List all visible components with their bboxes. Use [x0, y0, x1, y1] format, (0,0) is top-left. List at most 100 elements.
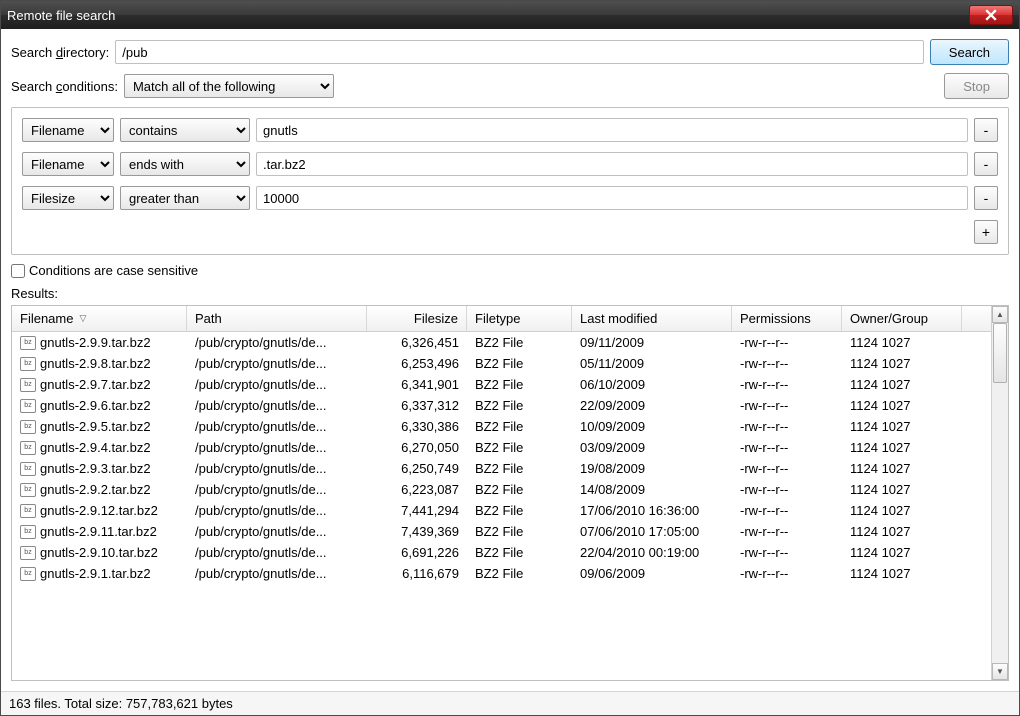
cell-permissions: -rw-r--r-- — [732, 398, 842, 413]
cell-filename: bzgnutls-2.9.3.tar.bz2 — [12, 461, 187, 476]
cell-path: /pub/crypto/gnutls/de... — [187, 566, 367, 581]
cell-owner-group: 1124 1027 — [842, 398, 962, 413]
cell-permissions: -rw-r--r-- — [732, 377, 842, 392]
cell-permissions: -rw-r--r-- — [732, 482, 842, 497]
scroll-thumb[interactable] — [993, 323, 1007, 383]
case-sensitive-label: Conditions are case sensitive — [29, 263, 198, 278]
cell-filetype: BZ2 File — [467, 356, 572, 371]
cell-path: /pub/crypto/gnutls/de... — [187, 356, 367, 371]
cell-filetype: BZ2 File — [467, 440, 572, 455]
table-row[interactable]: bzgnutls-2.9.11.tar.bz2/pub/crypto/gnutl… — [12, 521, 991, 542]
table-row[interactable]: bzgnutls-2.9.9.tar.bz2/pub/crypto/gnutls… — [12, 332, 991, 353]
column-filename[interactable]: Filename ▽ — [12, 306, 187, 331]
cell-owner-group: 1124 1027 — [842, 335, 962, 350]
cell-last-modified: 22/04/2010 00:19:00 — [572, 545, 732, 560]
condition-value-input[interactable] — [256, 186, 968, 210]
table-row[interactable]: bzgnutls-2.9.8.tar.bz2/pub/crypto/gnutls… — [12, 353, 991, 374]
search-conditions-row: Search conditions: Match all of the foll… — [11, 73, 1009, 99]
table-row[interactable]: bzgnutls-2.9.4.tar.bz2/pub/crypto/gnutls… — [12, 437, 991, 458]
cell-last-modified: 22/09/2009 — [572, 398, 732, 413]
table-row[interactable]: bzgnutls-2.9.5.tar.bz2/pub/crypto/gnutls… — [12, 416, 991, 437]
case-sensitive-checkbox[interactable] — [11, 264, 25, 278]
column-permissions[interactable]: Permissions — [732, 306, 842, 331]
table-row[interactable]: bzgnutls-2.9.1.tar.bz2/pub/crypto/gnutls… — [12, 563, 991, 584]
match-mode-select[interactable]: Match all of the following — [124, 74, 334, 98]
condition-operator-select[interactable]: contains — [120, 118, 250, 142]
scrollbar[interactable]: ▲ ▼ — [991, 306, 1008, 680]
cell-owner-group: 1124 1027 — [842, 440, 962, 455]
cell-permissions: -rw-r--r-- — [732, 503, 842, 518]
condition-field-select[interactable]: Filename — [22, 118, 114, 142]
results-header: Filename ▽ Path Filesize Filetype Last m… — [12, 306, 991, 332]
scroll-down-button[interactable]: ▼ — [992, 663, 1008, 680]
column-last-modified[interactable]: Last modified — [572, 306, 732, 331]
table-row[interactable]: bzgnutls-2.9.6.tar.bz2/pub/crypto/gnutls… — [12, 395, 991, 416]
cell-permissions: -rw-r--r-- — [732, 356, 842, 371]
column-filesize[interactable]: Filesize — [367, 306, 467, 331]
cell-filesize: 7,439,369 — [367, 524, 467, 539]
search-directory-label: Search directory: — [11, 45, 109, 60]
search-conditions-label: Search conditions: — [11, 79, 118, 94]
scroll-up-button[interactable]: ▲ — [992, 306, 1008, 323]
cell-filesize: 6,253,496 — [367, 356, 467, 371]
cell-owner-group: 1124 1027 — [842, 461, 962, 476]
cell-filesize: 6,223,087 — [367, 482, 467, 497]
cell-permissions: -rw-r--r-- — [732, 524, 842, 539]
cell-owner-group: 1124 1027 — [842, 356, 962, 371]
file-icon: bz — [20, 462, 36, 476]
close-button[interactable] — [969, 5, 1013, 25]
cell-permissions: -rw-r--r-- — [732, 419, 842, 434]
scroll-track[interactable] — [992, 323, 1008, 663]
cell-path: /pub/crypto/gnutls/de... — [187, 524, 367, 539]
sort-desc-icon: ▽ — [79, 313, 86, 324]
cell-last-modified: 09/06/2009 — [572, 566, 732, 581]
remove-condition-button[interactable]: - — [974, 186, 998, 210]
condition-value-input[interactable] — [256, 118, 968, 142]
column-owner-group[interactable]: Owner/Group — [842, 306, 962, 331]
file-icon: bz — [20, 399, 36, 413]
remove-condition-button[interactable]: - — [974, 152, 998, 176]
cell-path: /pub/crypto/gnutls/de... — [187, 419, 367, 434]
condition-operator-select[interactable]: greater than — [120, 186, 250, 210]
results-area: Results: Filename ▽ Path Filesize Filety… — [11, 286, 1009, 681]
add-condition-button[interactable]: + — [974, 220, 998, 244]
close-icon — [985, 9, 997, 21]
remove-condition-button[interactable]: - — [974, 118, 998, 142]
table-row[interactable]: bzgnutls-2.9.2.tar.bz2/pub/crypto/gnutls… — [12, 479, 991, 500]
condition-field-select[interactable]: Filesize — [22, 186, 114, 210]
cell-filesize: 6,337,312 — [367, 398, 467, 413]
column-path[interactable]: Path — [187, 306, 367, 331]
file-icon: bz — [20, 567, 36, 581]
column-filetype[interactable]: Filetype — [467, 306, 572, 331]
cell-filesize: 6,116,679 — [367, 566, 467, 581]
cell-path: /pub/crypto/gnutls/de... — [187, 461, 367, 476]
cell-permissions: -rw-r--r-- — [732, 545, 842, 560]
condition-value-input[interactable] — [256, 152, 968, 176]
cell-filetype: BZ2 File — [467, 503, 572, 518]
table-row[interactable]: bzgnutls-2.9.12.tar.bz2/pub/crypto/gnutl… — [12, 500, 991, 521]
file-icon: bz — [20, 483, 36, 497]
table-row[interactable]: bzgnutls-2.9.7.tar.bz2/pub/crypto/gnutls… — [12, 374, 991, 395]
cell-last-modified: 17/06/2010 16:36:00 — [572, 503, 732, 518]
cell-filesize: 6,270,050 — [367, 440, 467, 455]
cell-filesize: 6,250,749 — [367, 461, 467, 476]
cell-last-modified: 10/09/2009 — [572, 419, 732, 434]
stop-button[interactable]: Stop — [944, 73, 1009, 99]
cell-path: /pub/crypto/gnutls/de... — [187, 440, 367, 455]
cell-owner-group: 1124 1027 — [842, 566, 962, 581]
cell-last-modified: 06/10/2009 — [572, 377, 732, 392]
cell-last-modified: 03/09/2009 — [572, 440, 732, 455]
cell-filename: bzgnutls-2.9.5.tar.bz2 — [12, 419, 187, 434]
condition-operator-select[interactable]: ends with — [120, 152, 250, 176]
search-directory-input[interactable] — [115, 40, 924, 64]
cell-owner-group: 1124 1027 — [842, 377, 962, 392]
table-row[interactable]: bzgnutls-2.9.3.tar.bz2/pub/crypto/gnutls… — [12, 458, 991, 479]
search-button[interactable]: Search — [930, 39, 1009, 65]
file-icon: bz — [20, 336, 36, 350]
statusbar: 163 files. Total size: 757,783,621 bytes — [1, 691, 1019, 715]
table-row[interactable]: bzgnutls-2.9.10.tar.bz2/pub/crypto/gnutl… — [12, 542, 991, 563]
cell-filename: bzgnutls-2.9.11.tar.bz2 — [12, 524, 187, 539]
condition-field-select[interactable]: Filename — [22, 152, 114, 176]
conditions-box: Filenamecontains - Filenameends with - Files… — [11, 107, 1009, 255]
cell-permissions: -rw-r--r-- — [732, 440, 842, 455]
